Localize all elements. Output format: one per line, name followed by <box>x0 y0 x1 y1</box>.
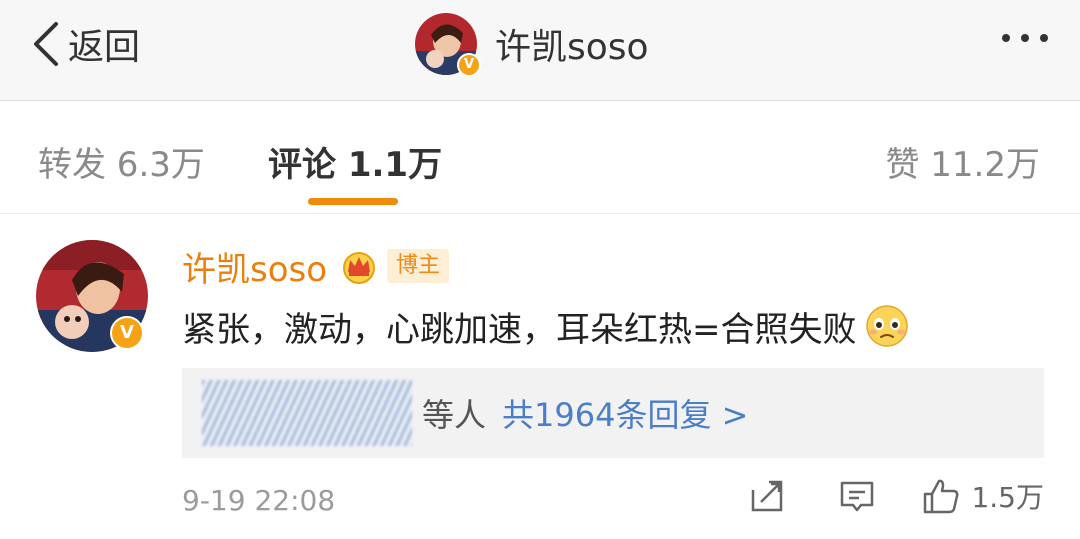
nav-title: 许凯soso <box>495 27 649 68</box>
back-label: 返回 <box>68 27 141 68</box>
thumbs-up-icon <box>924 479 959 514</box>
active-tab-indicator <box>308 198 398 205</box>
comment-text: 紧张，激动，心跳加速，耳朵红热=合照失败 <box>182 309 857 350</box>
crown-icon <box>343 252 376 284</box>
nav-user[interactable]: V 许凯soso <box>415 12 649 77</box>
comment-author[interactable]: 许凯soso <box>182 242 327 291</box>
tab-likes[interactable]: 赞 11.2万 <box>885 137 1040 186</box>
redacted-names <box>202 380 412 446</box>
comment-icon[interactable] <box>837 476 877 516</box>
pleading-face-emoji-icon <box>865 305 908 347</box>
like-button[interactable]: 1.5万 <box>921 476 1044 516</box>
tab-bar: 转发 6.3万 评论 1.1万 赞 11.2万 <box>0 101 1080 214</box>
navigation-bar: 返回 V 许凯soso <box>0 0 1080 101</box>
verified-icon: V <box>457 53 481 77</box>
comment-actions: 1.5万 <box>747 476 1044 516</box>
share-icon[interactable] <box>747 476 787 516</box>
verified-icon: V <box>110 316 144 350</box>
reply-summary[interactable]: 等人 共1964条回复 > <box>182 368 1044 458</box>
tab-reposts[interactable]: 转发 6.3万 <box>38 137 205 186</box>
tab-comments[interactable]: 评论 1.1万 <box>268 137 442 186</box>
blogger-badge: 博主 <box>387 249 450 283</box>
chevron-left-icon <box>34 22 58 66</box>
reply-summary-text: 等人 共1964条回复 > <box>422 390 748 436</box>
reply-count-link[interactable]: 共1964条回复 > <box>502 396 748 434</box>
like-count: 1.5万 <box>971 481 1044 514</box>
reply-people: 等人 <box>422 396 487 434</box>
avatar[interactable]: V <box>415 13 481 77</box>
comment-header: 许凯soso 博主 <box>182 240 450 292</box>
comment-timestamp: 9-19 22:08 <box>182 484 336 517</box>
comment-body: 紧张，激动，心跳加速，耳朵红热=合照失败 <box>182 300 909 352</box>
comment-avatar[interactable]: V <box>36 240 148 352</box>
back-button[interactable]: 返回 <box>28 16 140 72</box>
more-options-icon[interactable] <box>1002 34 1048 42</box>
